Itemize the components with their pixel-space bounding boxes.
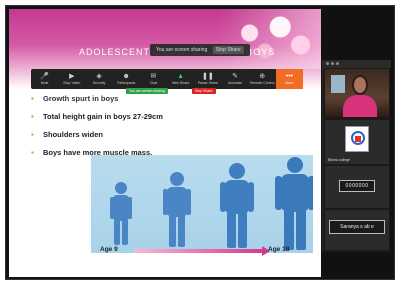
toolbar-label: More xyxy=(285,81,294,85)
participants-button[interactable]: ☻ Participants xyxy=(113,69,140,89)
bullet-item: ▪ Total height gain in boys 27-29cm xyxy=(31,111,163,129)
toolbar-label: Participants xyxy=(117,81,136,85)
chat-button[interactable]: ✉ Chat xyxy=(140,69,167,89)
bullet-dot-icon: ▪ xyxy=(31,112,34,121)
age-start-label: Age 9 xyxy=(100,246,118,253)
video-window xyxy=(331,75,345,93)
body-silhouettes xyxy=(110,157,313,250)
stop-video-button[interactable]: ▶ Stop Video xyxy=(58,69,85,89)
chat-icon: ✉ xyxy=(150,73,157,80)
panel-header[interactable] xyxy=(323,60,391,68)
shield-icon: ◈ xyxy=(96,73,102,80)
toolbar-label: Chat xyxy=(149,81,158,85)
participant-name-box: Saranya s ab e xyxy=(329,220,385,234)
participants-panel: Bhima college 0000000 Saranya s ab e xyxy=(322,60,391,252)
meeting-toolbar: 🎤 Mute ▶ Stop Video ◈ Security ☻ Participant… xyxy=(31,69,304,89)
participant-name: Bhima college xyxy=(328,158,350,162)
remote-control-icon: ⊕ xyxy=(259,73,266,80)
bullet-dot-icon: ▪ xyxy=(31,94,34,103)
pause-icon: ❚❚ xyxy=(201,73,214,80)
floral-decoration xyxy=(219,9,321,69)
age-end-label: Age 18 xyxy=(268,246,290,253)
window-controls[interactable] xyxy=(326,62,342,66)
more-button[interactable]: ••• More xyxy=(275,69,304,89)
bullet-dot-icon: ▪ xyxy=(31,130,34,139)
silhouette-age12 xyxy=(163,172,191,247)
stop-share-chip[interactable]: Stop Share xyxy=(192,88,216,94)
share-screen-icon: ▲ xyxy=(177,73,185,80)
sharing-status-chip: You are screen sharing xyxy=(126,88,168,94)
screen-share-banner: You are screen sharing Stop Share xyxy=(150,44,250,56)
silhouette-age9 xyxy=(110,182,132,245)
pencil-icon: ✎ xyxy=(232,73,238,80)
bullet-text: Shoulders widen xyxy=(43,130,104,139)
participant-name: Saranya s ab e xyxy=(340,224,374,230)
security-button[interactable]: ◈ Security xyxy=(85,69,112,89)
participant-tile-3[interactable]: 0000000 xyxy=(325,166,389,208)
toolbar-label: Security xyxy=(92,81,106,85)
remote-control-button[interactable]: ⊕ Remote Control xyxy=(249,69,276,89)
microphone-icon: 🎤 xyxy=(40,73,49,80)
participant-tile-4[interactable]: Saranya s ab e xyxy=(325,210,389,250)
toolbar-label: Remote Control xyxy=(249,81,275,85)
toolbar-label: Pause Share xyxy=(197,81,218,85)
participant-body xyxy=(343,95,377,117)
participant-video[interactable] xyxy=(325,69,389,117)
bullet-dot-icon: ▪ xyxy=(31,148,34,157)
bullet-item: ▪ Shoulders widen xyxy=(31,129,163,147)
bullet-item: ▪ Growth spurt in boys xyxy=(31,93,163,111)
bullet-text: Total height gain in boys 27-29cm xyxy=(43,112,163,121)
participant-name: 0000000 xyxy=(345,183,369,189)
stop-share-button[interactable]: Stop Share xyxy=(212,46,244,54)
video-camera-icon: ▶ xyxy=(69,73,75,80)
participant-tile-college[interactable]: Bhima college xyxy=(325,120,389,164)
participant-head xyxy=(352,75,368,95)
share-banner-text: You are screen sharing xyxy=(156,47,208,53)
silhouette-age18 xyxy=(275,157,313,250)
college-logo-icon xyxy=(345,126,369,152)
new-share-button[interactable]: ▲ New Share xyxy=(167,69,194,89)
participant-name-box: 0000000 xyxy=(339,180,375,192)
silhouette-age15 xyxy=(220,163,254,248)
bullet-text: Growth spurt in boys xyxy=(43,94,119,103)
mute-button[interactable]: 🎤 Mute xyxy=(31,69,58,89)
growth-figure xyxy=(91,155,313,253)
pause-share-button[interactable]: ❚❚ Pause Share xyxy=(194,69,221,89)
toolbar-label: Mute xyxy=(40,81,49,85)
toolbar-label: Stop Video xyxy=(63,81,81,85)
annotate-button[interactable]: ✎ Annotate xyxy=(221,69,248,89)
people-icon: ☻ xyxy=(122,73,130,80)
age-progress-arrow xyxy=(134,249,264,253)
toolbar-label: New Share xyxy=(171,81,190,85)
more-icon: ••• xyxy=(285,73,294,80)
toolbar-label: Annotate xyxy=(228,81,243,85)
